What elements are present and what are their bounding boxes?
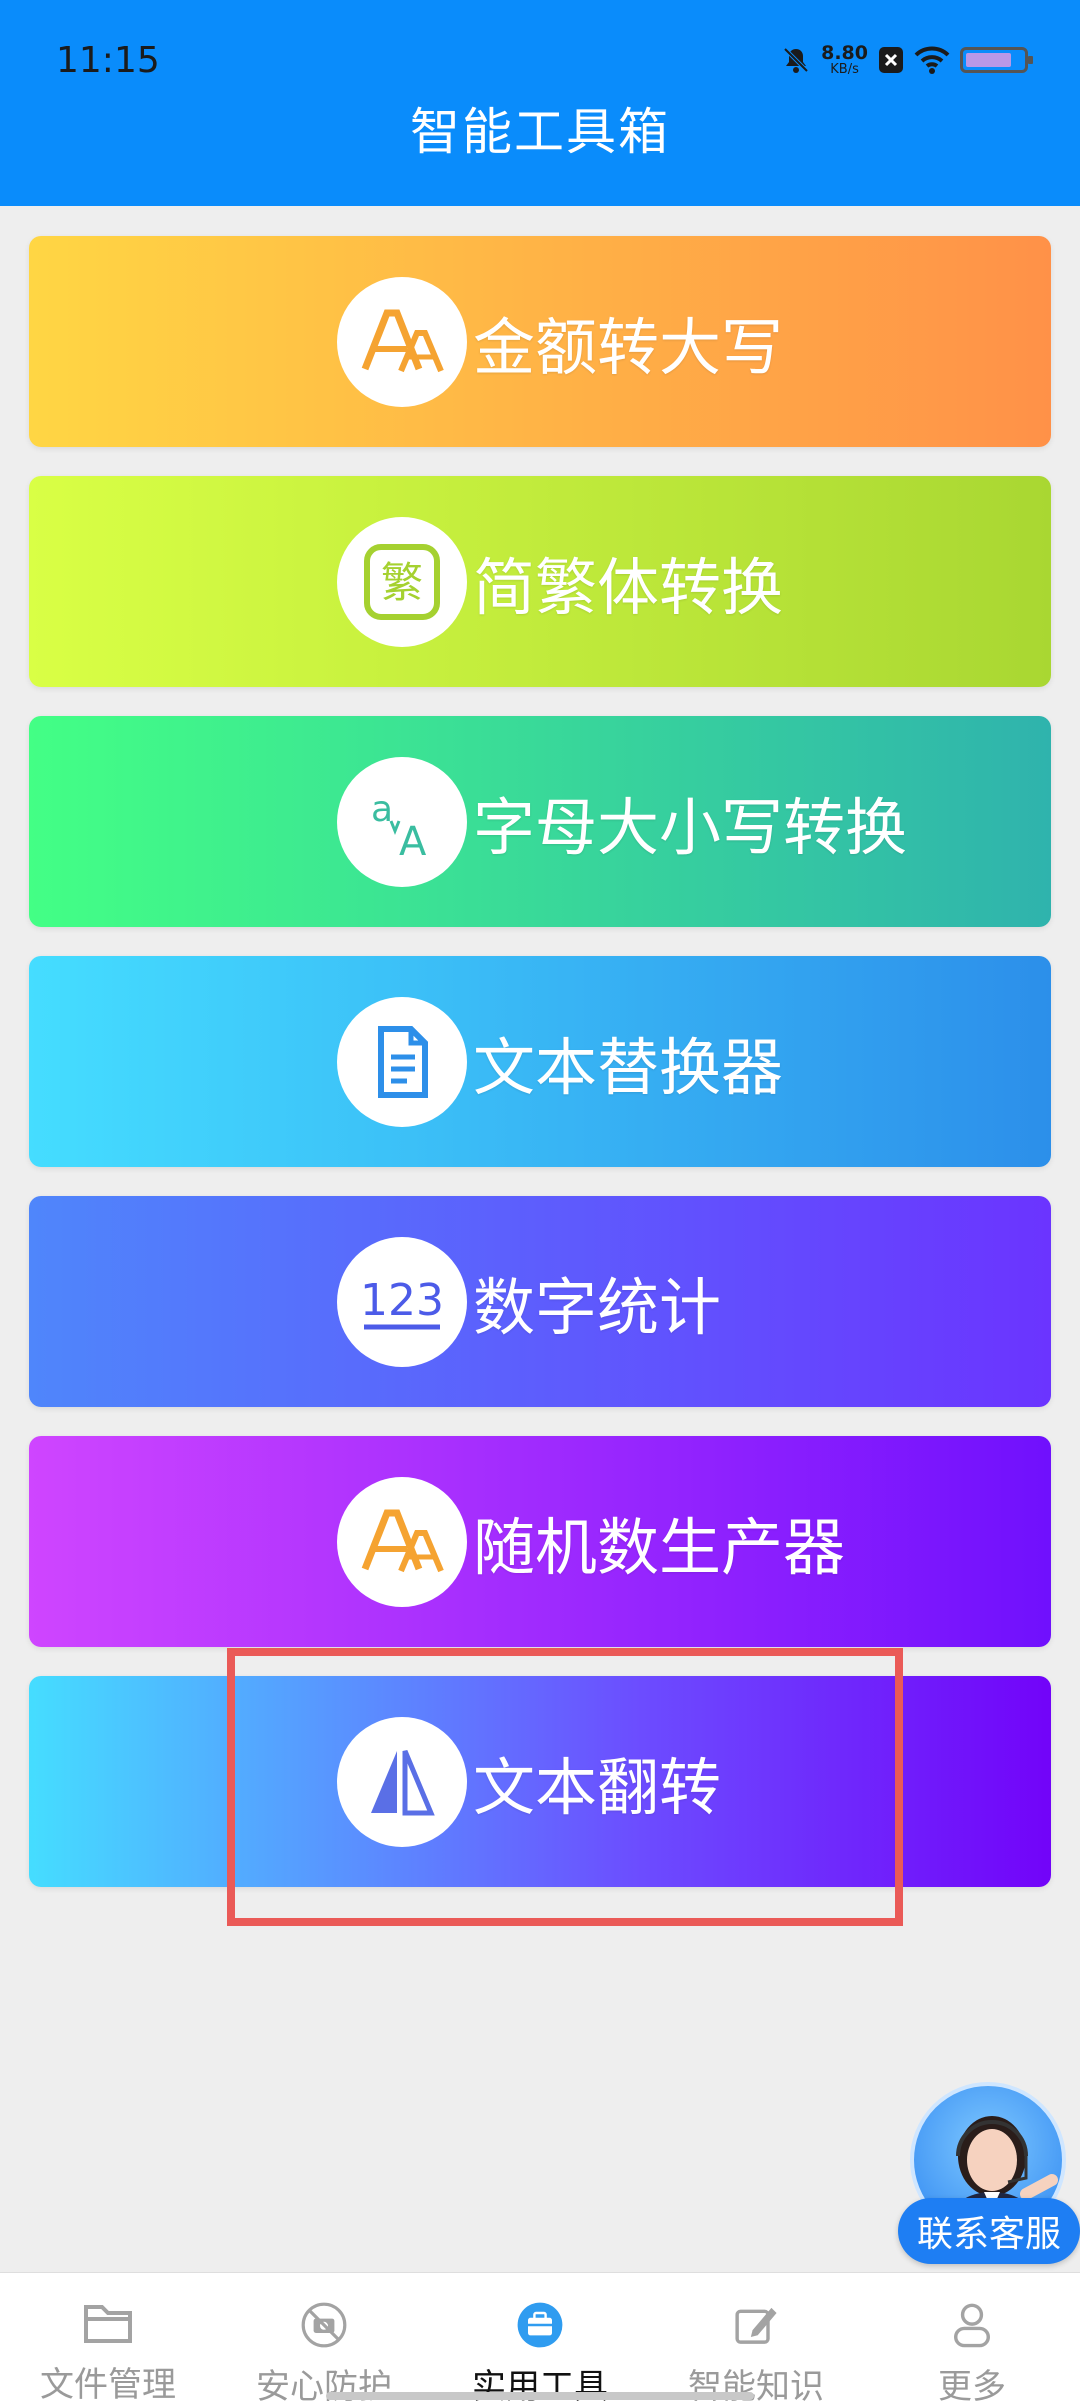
svg-text:123: 123 xyxy=(360,1275,444,1326)
svg-text:繁: 繁 xyxy=(381,558,423,607)
camera-off-icon xyxy=(301,2302,347,2348)
bottom-tab-bar: 文件管理 安心防护 实用工具 智能知识 更多 xyxy=(0,2272,1080,2408)
net-speed: 8.80 KB/s xyxy=(821,42,868,77)
tab-label: 实用工具 xyxy=(472,2367,608,2407)
tab-label: 安心防护 xyxy=(256,2367,392,2407)
tool-label: 数字统计 xyxy=(473,1271,722,1344)
tool-card-number-statistics[interactable]: 123 数字统计 xyxy=(29,1196,1051,1407)
aa-letters-icon xyxy=(337,1477,467,1607)
tab-label: 更多 xyxy=(938,2367,1006,2407)
wifi-icon xyxy=(914,46,950,74)
tool-card-amount-uppercase[interactable]: 金额转大写 xyxy=(29,236,1051,447)
mute-bell-icon xyxy=(783,47,809,73)
tool-card-simplified-traditional[interactable]: 繁 简繁体转换 xyxy=(29,476,1051,687)
numbers-123-icon: 123 xyxy=(337,1237,467,1367)
tab-security[interactable]: 安心防护 xyxy=(216,2273,432,2408)
aa-letters-icon xyxy=(337,277,467,407)
tool-list: 金额转大写 繁 简繁体转换 a A 字母大小写转换 文本替换器 123 数字统计… xyxy=(29,236,1051,1916)
tool-label: 文本替换器 xyxy=(473,1031,784,1104)
tool-card-letter-case[interactable]: a A 字母大小写转换 xyxy=(29,716,1051,927)
app-header: 11:15 8.80 KB/s 智能工具箱 xyxy=(0,0,1080,206)
tab-knowledge[interactable]: 智能知识 xyxy=(648,2273,864,2408)
customer-service-button[interactable]: 联系客服 xyxy=(898,2082,1080,2272)
tool-label: 简繁体转换 xyxy=(473,551,784,624)
tab-more[interactable]: 更多 xyxy=(864,2273,1080,2408)
person-icon xyxy=(954,2303,990,2348)
folder-icon xyxy=(84,2305,132,2343)
tool-card-text-flip[interactable]: 文本翻转 xyxy=(29,1676,1051,1887)
tool-card-text-replacer[interactable]: 文本替换器 xyxy=(29,956,1051,1167)
fan-character-icon: 繁 xyxy=(337,517,467,647)
tab-label: 文件管理 xyxy=(40,2365,176,2405)
flip-icon xyxy=(337,1717,467,1847)
tab-utilities[interactable]: 实用工具 xyxy=(432,2273,648,2408)
case-convert-icon: a A xyxy=(337,757,467,887)
customer-service-label: 联系客服 xyxy=(898,2198,1080,2264)
svg-text:a: a xyxy=(371,789,393,830)
tab-label: 智能知识 xyxy=(688,2367,824,2407)
tool-label: 文本翻转 xyxy=(473,1751,722,1824)
battery-icon xyxy=(960,47,1033,73)
edit-icon xyxy=(735,2307,777,2344)
sim-x-icon xyxy=(879,47,903,73)
svg-text:A: A xyxy=(399,819,427,865)
tool-label: 随机数生产器 xyxy=(473,1511,846,1584)
net-speed-unit: KB/s xyxy=(830,62,859,77)
document-icon xyxy=(337,997,467,1127)
page-title: 智能工具箱 xyxy=(410,103,670,161)
tool-label: 金额转大写 xyxy=(473,311,784,384)
net-speed-value: 8.80 xyxy=(821,42,868,64)
home-indicator[interactable] xyxy=(326,2392,754,2400)
status-time: 11:15 xyxy=(56,40,160,81)
tab-file-management[interactable]: 文件管理 xyxy=(0,2273,216,2408)
tool-label: 字母大小写转换 xyxy=(473,791,908,864)
toolbox-icon xyxy=(517,2302,563,2348)
status-icons: 8.80 KB/s xyxy=(781,42,1033,77)
tool-card-random-number[interactable]: 随机数生产器 xyxy=(29,1436,1051,1647)
